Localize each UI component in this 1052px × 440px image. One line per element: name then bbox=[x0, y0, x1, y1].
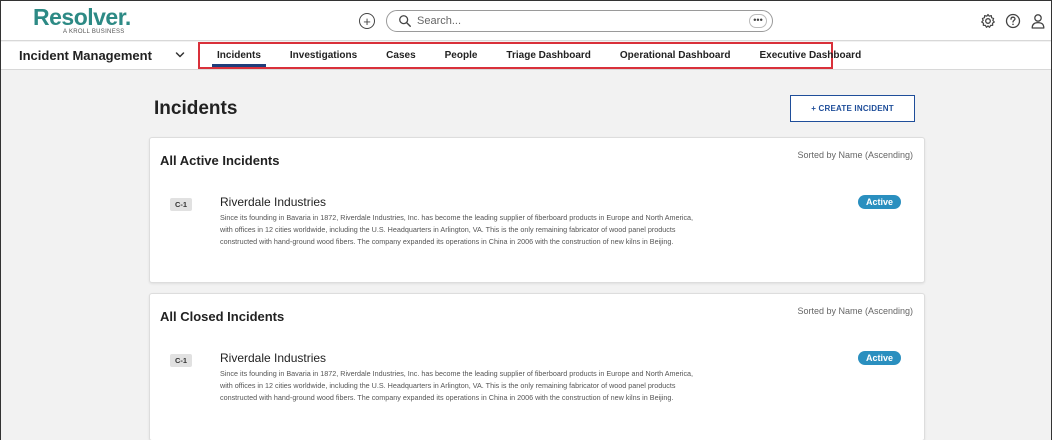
status-badge: Active bbox=[858, 195, 901, 209]
nav-tabs: Incidents Investigations Cases People Tr… bbox=[198, 42, 861, 69]
active-incidents-card: All Active Incidents Sorted by Name (Asc… bbox=[149, 137, 925, 283]
search-bar[interactable]: ••• bbox=[386, 10, 773, 32]
page-title: Incidents bbox=[154, 98, 238, 119]
module-selector-label[interactable]: Incident Management bbox=[19, 48, 152, 63]
tab-triage-dashboard[interactable]: Triage Dashboard bbox=[495, 44, 601, 67]
logo-text: Resolver. bbox=[33, 4, 131, 30]
description-line: constructed with hand-ground wood fibers… bbox=[220, 237, 674, 246]
sort-label[interactable]: Sorted by Name (Ascending) bbox=[797, 306, 913, 316]
search-input[interactable] bbox=[417, 13, 727, 29]
incident-description: Since its founding in Bavaria in 1872, R… bbox=[220, 368, 840, 404]
status-badge: Active bbox=[858, 351, 901, 365]
plus-circle-icon[interactable]: + bbox=[359, 13, 375, 29]
module-navbar: Incident Management Incidents Investigat… bbox=[1, 42, 1051, 70]
tab-people[interactable]: People bbox=[434, 44, 489, 67]
user-icon[interactable] bbox=[1031, 13, 1045, 29]
search-icon bbox=[399, 15, 411, 27]
search-options-button[interactable]: ••• bbox=[749, 14, 767, 28]
chevron-down-icon[interactable] bbox=[175, 50, 185, 60]
tab-investigations[interactable]: Investigations bbox=[279, 44, 368, 67]
incident-id-badge: C-1 bbox=[170, 198, 192, 211]
tab-cases[interactable]: Cases bbox=[375, 44, 426, 67]
app-frame: Resolver. A KROLL BUSINESS + ••• I bbox=[0, 0, 1052, 440]
incident-name[interactable]: Riverdale Industries bbox=[220, 351, 326, 365]
description-line: with offices in 12 cities worldwide, inc… bbox=[220, 381, 676, 390]
description-line: with offices in 12 cities worldwide, inc… bbox=[220, 225, 676, 234]
section-title: All Active Incidents bbox=[160, 153, 280, 168]
tab-operational-dashboard[interactable]: Operational Dashboard bbox=[609, 44, 742, 67]
gear-icon[interactable] bbox=[980, 13, 996, 29]
resolver-logo[interactable]: Resolver. A KROLL BUSINESS bbox=[33, 6, 137, 36]
description-line: Since its founding in Bavaria in 1872, R… bbox=[220, 369, 694, 378]
incident-name[interactable]: Riverdale Industries bbox=[220, 195, 326, 209]
closed-incidents-card: All Closed Incidents Sorted by Name (Asc… bbox=[149, 293, 925, 440]
description-line: constructed with hand-ground wood fibers… bbox=[220, 393, 674, 402]
tab-executive-dashboard[interactable]: Executive Dashboard bbox=[748, 44, 872, 67]
section-title: All Closed Incidents bbox=[160, 309, 285, 324]
question-circle-icon[interactable] bbox=[1005, 13, 1021, 29]
incident-description: Since its founding in Bavaria in 1872, R… bbox=[220, 212, 840, 248]
description-line: Since its founding in Bavaria in 1872, R… bbox=[220, 213, 694, 222]
create-incident-button[interactable]: + CREATE INCIDENT bbox=[790, 95, 915, 122]
top-bar: Resolver. A KROLL BUSINESS + ••• bbox=[1, 1, 1051, 41]
sort-label[interactable]: Sorted by Name (Ascending) bbox=[797, 150, 913, 160]
incident-id-badge: C-1 bbox=[170, 354, 192, 367]
tab-incidents[interactable]: Incidents bbox=[206, 44, 272, 67]
